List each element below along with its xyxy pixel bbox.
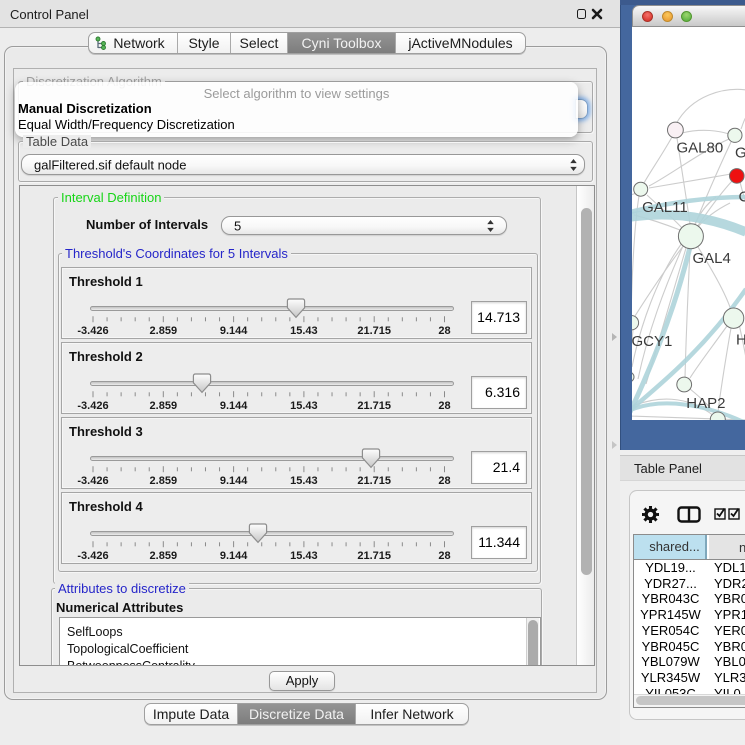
svg-text:GCY1: GCY1 xyxy=(632,333,672,350)
svg-text:GAL80: GAL80 xyxy=(677,140,724,157)
svg-text:HAP2: HAP2 xyxy=(686,395,725,412)
svg-text:C: C xyxy=(739,188,745,205)
svg-text:GA: GA xyxy=(735,145,745,162)
svg-text:H: H xyxy=(736,332,745,349)
svg-text:GAL4: GAL4 xyxy=(693,250,731,267)
svg-text:GAL11: GAL11 xyxy=(642,199,688,216)
